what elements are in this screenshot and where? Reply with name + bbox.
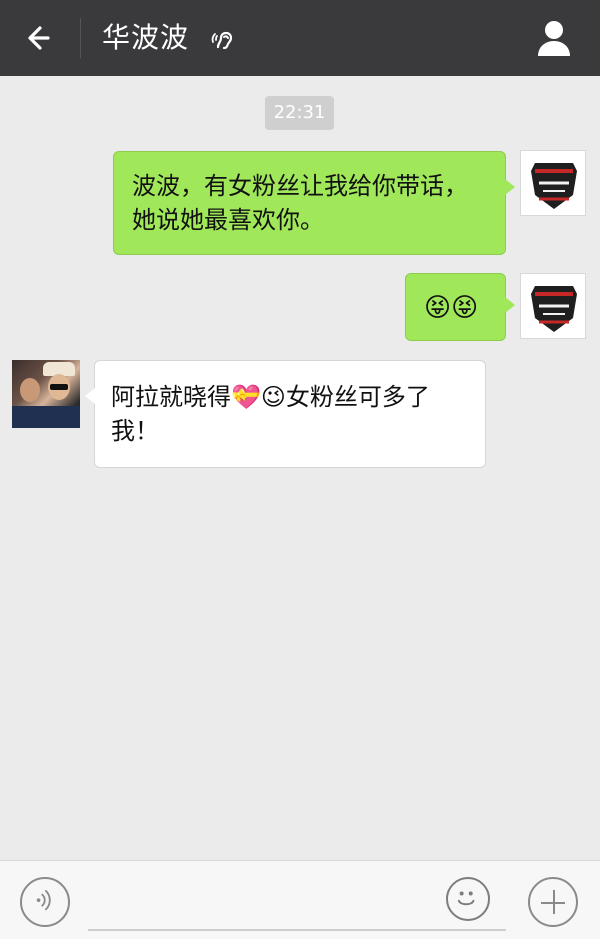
header-divider: [80, 18, 81, 58]
avatar-sunglasses: [50, 384, 68, 390]
message-bubble-other[interactable]: 阿拉就晓得💝😉女粉丝可多了我！: [94, 360, 486, 468]
avatar-face: [20, 378, 40, 402]
bottom-input-bar: [0, 860, 600, 939]
back-arrow-icon[interactable]: [22, 20, 58, 56]
message-bubble-self[interactable]: 波波，有女粉丝让我给你带话，她说她最喜欢你。: [113, 151, 506, 255]
other-avatar[interactable]: [12, 360, 80, 428]
bubble-tail: [505, 297, 515, 313]
plus-button[interactable]: [528, 877, 578, 927]
emoji-button[interactable]: [446, 877, 490, 921]
profile-icon[interactable]: [532, 16, 576, 60]
ear-icon: [211, 31, 233, 50]
smiley-icon: [457, 891, 475, 906]
chat-title: 华波波: [102, 21, 190, 54]
badge-logo-icon: [531, 163, 577, 209]
voice-icon: [36, 890, 51, 911]
message-bubble-self-emoji[interactable]: 😝😝: [405, 273, 506, 341]
bubble-tail: [505, 179, 515, 195]
self-avatar[interactable]: [520, 150, 586, 216]
timestamp: 22:31: [265, 96, 334, 130]
bubble-tail: [85, 388, 95, 404]
top-bar: 华波波: [0, 0, 600, 76]
avatar-shirt: [12, 406, 80, 428]
badge-logo-icon: [531, 286, 577, 332]
message-input[interactable]: [88, 929, 506, 931]
self-avatar[interactable]: [520, 273, 586, 339]
voice-button[interactable]: [20, 877, 70, 927]
